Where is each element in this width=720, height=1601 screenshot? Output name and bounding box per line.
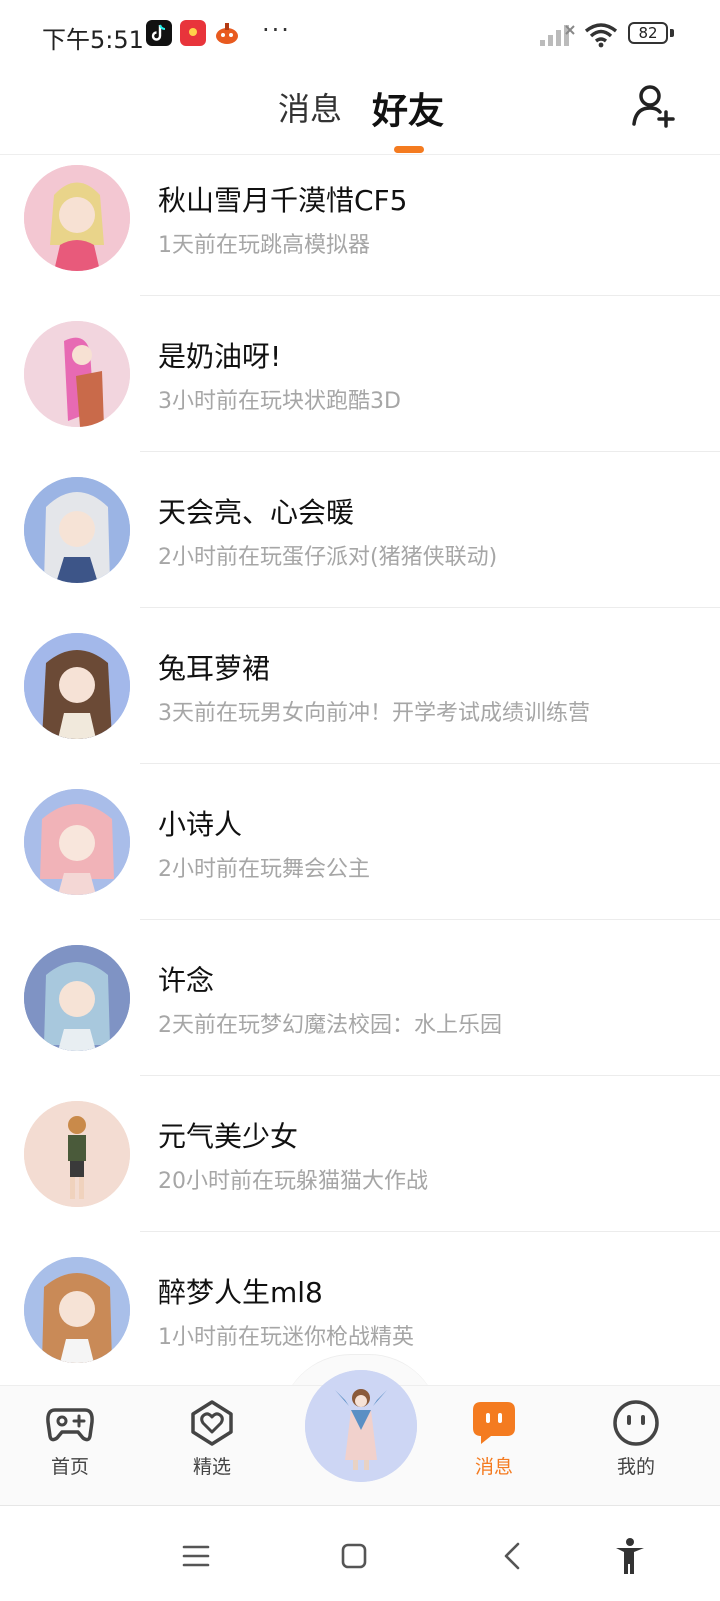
center-avatar-button[interactable] bbox=[305, 1370, 417, 1482]
avatar[interactable] bbox=[24, 789, 130, 895]
character-avatar-icon bbox=[305, 1370, 417, 1482]
friend-name: 天会亮、心会暖 bbox=[158, 496, 355, 529]
face-icon bbox=[613, 1400, 659, 1446]
tab-friends[interactable]: 好友 bbox=[372, 82, 444, 134]
avatar[interactable] bbox=[24, 165, 130, 271]
wifi-icon bbox=[584, 23, 618, 48]
divider bbox=[140, 1075, 720, 1076]
friend-status: 2小时前在玩蛋仔派对(猪猪侠联动) bbox=[158, 545, 498, 570]
friend-item[interactable]: 秋山雪月千漠惜CF5 1天前在玩跳高模拟器 bbox=[0, 155, 720, 311]
red-packet-icon bbox=[180, 20, 206, 46]
friend-status: 3天前在玩男女向前冲！开学考试成绩训练营 bbox=[158, 701, 590, 726]
nav-label: 首页 bbox=[50, 1456, 89, 1478]
friend-status: 2天前在玩梦幻魔法校园：水上乐园 bbox=[158, 1013, 502, 1038]
friend-item[interactable]: 是奶油呀! 3小时前在玩块状跑酷3D bbox=[0, 311, 720, 467]
accessibility-icon[interactable] bbox=[610, 1536, 650, 1576]
divider bbox=[140, 763, 720, 764]
avatar[interactable] bbox=[24, 321, 130, 427]
divider bbox=[140, 295, 720, 296]
nav-messages[interactable]: 消息 bbox=[444, 1398, 544, 1479]
divider bbox=[140, 451, 720, 452]
menu-icon[interactable] bbox=[176, 1536, 216, 1576]
friend-name: 小诗人 bbox=[158, 808, 243, 841]
avatar[interactable] bbox=[24, 633, 130, 739]
divider bbox=[140, 1231, 720, 1232]
status-time: 下午5:51 bbox=[42, 26, 144, 54]
friend-list: 秋山雪月千漠惜CF5 1天前在玩跳高模拟器 是奶油呀! 3小时前在玩块状跑酷3D… bbox=[0, 155, 720, 1403]
avatar[interactable] bbox=[24, 945, 130, 1051]
tab-indicator bbox=[394, 146, 424, 153]
tiktok-icon bbox=[146, 20, 172, 46]
system-nav-bar bbox=[0, 1505, 720, 1601]
friend-name: 元气美少女 bbox=[158, 1120, 299, 1153]
divider bbox=[140, 919, 720, 920]
nav-featured[interactable]: 精选 bbox=[162, 1398, 262, 1479]
friend-name: 兔耳萝裙 bbox=[158, 652, 271, 685]
nav-label: 我的 bbox=[616, 1456, 655, 1478]
friend-item[interactable]: 许念 2天前在玩梦幻魔法校园：水上乐园 bbox=[0, 935, 720, 1091]
back-chevron-icon[interactable] bbox=[494, 1536, 534, 1576]
heart-badge-icon bbox=[191, 1400, 233, 1446]
nav-label: 消息 bbox=[474, 1456, 513, 1478]
nav-profile[interactable]: 我的 bbox=[586, 1398, 686, 1479]
battery-tip bbox=[670, 29, 674, 37]
status-bar: 下午5:51 ··· 82 bbox=[0, 0, 720, 70]
friend-item[interactable]: 小诗人 2小时前在玩舞会公主 bbox=[0, 779, 720, 935]
nav-home[interactable]: 首页 bbox=[20, 1398, 120, 1479]
avatar[interactable] bbox=[24, 1257, 130, 1363]
game-app-icon bbox=[214, 20, 240, 46]
friend-status: 1小时前在玩迷你枪战精英 bbox=[158, 1325, 414, 1350]
friend-name: 秋山雪月千漠惜CF5 bbox=[158, 184, 408, 217]
signal-icon bbox=[540, 25, 575, 46]
avatar[interactable] bbox=[24, 1101, 130, 1207]
gamepad-icon bbox=[46, 1408, 94, 1442]
battery-level: 82 bbox=[638, 24, 658, 42]
tab-messages[interactable]: 消息 bbox=[278, 84, 342, 130]
more-notifications-icon: ··· bbox=[262, 16, 291, 44]
divider bbox=[140, 607, 720, 608]
nav-label: 精选 bbox=[192, 1456, 231, 1478]
message-icon bbox=[473, 1402, 515, 1444]
add-friend-icon[interactable] bbox=[630, 82, 678, 130]
header: 消息 好友 bbox=[0, 70, 720, 155]
friend-item[interactable]: 兔耳萝裙 3天前在玩男女向前冲！开学考试成绩训练营 bbox=[0, 623, 720, 779]
friend-name: 许念 bbox=[158, 964, 215, 997]
avatar[interactable] bbox=[24, 477, 130, 583]
friend-name: 是奶油呀! bbox=[158, 340, 282, 373]
friend-name: 醉梦人生ml8 bbox=[158, 1276, 323, 1309]
friend-status: 20小时前在玩躲猫猫大作战 bbox=[158, 1169, 428, 1194]
friend-status: 3小时前在玩块状跑酷3D bbox=[158, 389, 401, 414]
friend-status: 1天前在玩跳高模拟器 bbox=[158, 233, 370, 258]
friend-item[interactable]: 元气美少女 20小时前在玩躲猫猫大作战 bbox=[0, 1091, 720, 1247]
home-square-icon[interactable] bbox=[334, 1536, 374, 1576]
battery-icon: 82 bbox=[628, 22, 668, 44]
friend-status: 2小时前在玩舞会公主 bbox=[158, 857, 370, 882]
friend-item[interactable]: 天会亮、心会暖 2小时前在玩蛋仔派对(猪猪侠联动) bbox=[0, 467, 720, 623]
